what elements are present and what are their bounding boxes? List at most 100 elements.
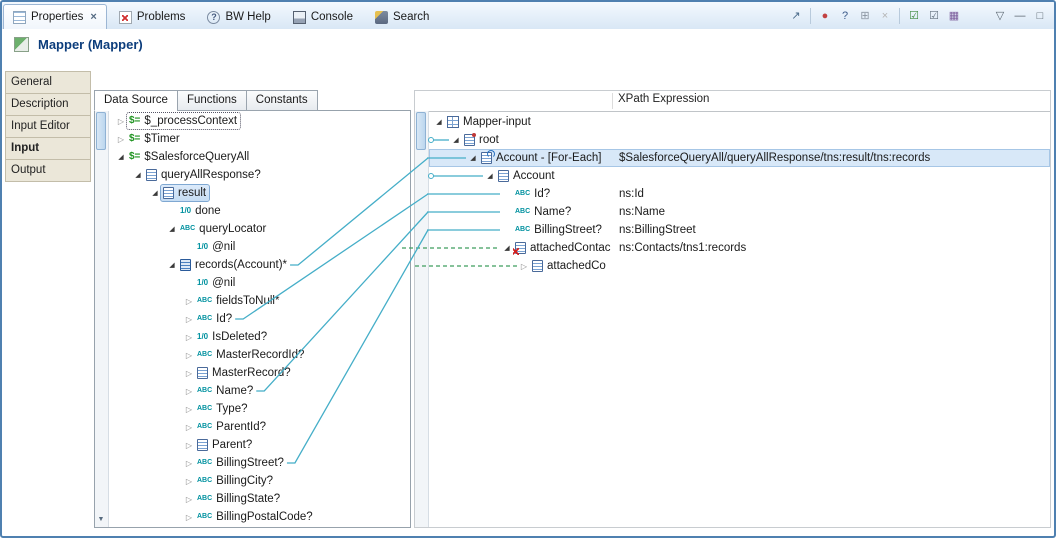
- view-tab-problems[interactable]: Problems: [109, 4, 196, 29]
- xpath-cell[interactable]: $SalesforceQueryAll/queryAllResponse/tns…: [619, 149, 930, 167]
- source-node-id[interactable]: ▷ ABC Id?: [109, 310, 410, 328]
- checkbox-icon[interactable]: ☑: [925, 6, 943, 26]
- source-node-processcontext[interactable]: ▷ $= $_processContext: [109, 112, 410, 130]
- target-node-root[interactable]: ◢ root: [429, 131, 1050, 149]
- expander-icon[interactable]: ▷: [115, 135, 127, 144]
- source-tree-scrollbar[interactable]: ▼: [95, 111, 109, 527]
- expander-icon[interactable]: ◢: [166, 261, 178, 269]
- expander-icon[interactable]: ◢: [450, 136, 462, 144]
- source-node-isdeleted[interactable]: ▷ 1/0 IsDeleted?: [109, 328, 410, 346]
- close-disabled-icon[interactable]: ×: [876, 6, 894, 26]
- target-node-attachedco[interactable]: ▷ attachedCo: [429, 257, 1050, 275]
- target-node-account-for-each[interactable]: ◢ Account - [For-Each] $SalesforceQueryA…: [429, 149, 1050, 167]
- palette-icon[interactable]: ▦: [945, 6, 963, 26]
- expander-icon[interactable]: ▷: [183, 315, 195, 324]
- xpath-cell[interactable]: ns:Name: [619, 203, 665, 221]
- source-node-billingcity[interactable]: ▷ ABC BillingCity?: [109, 472, 410, 490]
- source-node-timer[interactable]: ▷ $= $Timer: [109, 130, 410, 148]
- close-icon[interactable]: ×: [90, 11, 96, 23]
- expander-icon[interactable]: ▷: [183, 297, 195, 306]
- source-node-billingstreet[interactable]: ▷ ABC BillingStreet?: [109, 454, 410, 472]
- sidebar-item-input-editor[interactable]: Input Editor: [5, 115, 91, 138]
- sidebar-item-input[interactable]: Input: [5, 137, 91, 160]
- node-label: Account - [For-Each]: [496, 152, 602, 164]
- source-node-nil[interactable]: 1/0 @nil: [109, 274, 410, 292]
- expander-icon[interactable]: ▷: [183, 423, 195, 432]
- expander-icon[interactable]: ▷: [183, 333, 195, 342]
- source-node-masterrecordid[interactable]: ▷ ABC MasterRecordId?: [109, 346, 410, 364]
- view-tab-bw-help[interactable]: ? BW Help: [197, 4, 280, 29]
- expander-icon[interactable]: ◢: [484, 172, 496, 180]
- node-label: Id?: [534, 188, 551, 200]
- tab-data-source[interactable]: Data Source: [94, 90, 178, 111]
- expander-icon[interactable]: ◢: [433, 118, 445, 126]
- expander-icon[interactable]: ◢: [166, 225, 178, 233]
- expander-icon[interactable]: ▷: [183, 369, 195, 378]
- source-node-queryallresponse[interactable]: ◢ queryAllResponse?: [109, 166, 410, 184]
- expander-icon[interactable]: ▷: [115, 117, 127, 126]
- expander-icon[interactable]: ▷: [183, 387, 195, 396]
- target-node-attachedcontac[interactable]: ◢ attachedContac ns:Contacts/tns1:record…: [429, 239, 1050, 257]
- view-tab-properties[interactable]: Properties ×: [3, 4, 107, 29]
- expander-icon[interactable]: ▷: [183, 441, 195, 450]
- sidebar-item-general[interactable]: General: [5, 71, 91, 94]
- view-menu-icon[interactable]: ▽: [991, 6, 1009, 26]
- expander-icon[interactable]: ◢: [115, 153, 127, 161]
- xpath-cell[interactable]: ns:BillingStreet: [619, 221, 696, 239]
- view-tab-console[interactable]: Console: [283, 4, 363, 29]
- source-node-type[interactable]: ▷ ABC Type?: [109, 400, 410, 418]
- mapping-table-header: XPath Expression: [415, 91, 1050, 112]
- element-icon: [163, 187, 174, 199]
- maximize-icon[interactable]: □: [1031, 6, 1049, 26]
- expander-icon[interactable]: ▷: [183, 351, 195, 360]
- scrollbar-thumb[interactable]: [416, 112, 426, 150]
- view-tab-search[interactable]: Search: [365, 4, 439, 29]
- grid-icon[interactable]: ⊞: [856, 6, 874, 26]
- abc-icon: ABC: [197, 475, 212, 487]
- expander-icon[interactable]: ▷: [183, 405, 195, 414]
- expander-icon[interactable]: ◢: [132, 171, 144, 179]
- expander-icon[interactable]: ◢: [149, 189, 161, 197]
- xpath-cell[interactable]: ns:Id: [619, 185, 644, 203]
- source-node-records-account[interactable]: ◢ records(Account)*: [109, 256, 410, 274]
- expander-icon[interactable]: ▷: [183, 459, 195, 468]
- source-node-salesforcequeryall[interactable]: ◢ $= $SalesforceQueryAll: [109, 148, 410, 166]
- expander-icon[interactable]: ▷: [183, 495, 195, 504]
- source-node-nil[interactable]: 1/0 @nil: [109, 238, 410, 256]
- target-node-account[interactable]: ◢ Account: [429, 167, 1050, 185]
- expander-icon[interactable]: ▷: [183, 513, 195, 522]
- help-icon[interactable]: ?: [836, 6, 854, 26]
- scroll-down-icon[interactable]: ▼: [95, 514, 107, 526]
- source-node-billingstate[interactable]: ▷ ABC BillingState?: [109, 490, 410, 508]
- tab-constants[interactable]: Constants: [246, 90, 318, 111]
- source-node-masterrecord[interactable]: ▷ MasterRecord?: [109, 364, 410, 382]
- sidebar-item-output[interactable]: Output: [5, 159, 91, 182]
- sidebar-item-description[interactable]: Description: [5, 93, 91, 116]
- source-node-billingpostalcode[interactable]: ▷ ABC BillingPostalCode?: [109, 508, 410, 526]
- validate-icon[interactable]: ☑: [905, 6, 923, 26]
- target-node-mapper-input[interactable]: ◢ Mapper-input: [429, 113, 1050, 131]
- target-node-id[interactable]: ABC Id? ns:Id: [429, 185, 1050, 203]
- source-node-name[interactable]: ▷ ABC Name?: [109, 382, 410, 400]
- minimize-icon[interactable]: —: [1011, 6, 1029, 26]
- mapping-scrollbar[interactable]: [415, 111, 429, 527]
- source-node-querylocator[interactable]: ◢ ABC queryLocator: [109, 220, 410, 238]
- scrollbar-thumb[interactable]: [96, 112, 106, 150]
- target-node-name[interactable]: ABC Name? ns:Name: [429, 203, 1050, 221]
- expander-icon[interactable]: ◢: [467, 154, 479, 162]
- open-new-view-icon[interactable]: ↗: [787, 6, 805, 26]
- expander-icon[interactable]: ▷: [518, 262, 530, 271]
- tab-functions[interactable]: Functions: [177, 90, 247, 111]
- source-node-result[interactable]: ◢ result: [109, 184, 410, 202]
- bool-icon: 1/0: [180, 205, 191, 217]
- source-node-parentid[interactable]: ▷ ABC ParentId?: [109, 418, 410, 436]
- debug-ball-icon[interactable]: ●: [816, 6, 834, 26]
- source-node-fieldstonull[interactable]: ▷ ABC fieldsToNull*: [109, 292, 410, 310]
- expander-icon[interactable]: ◢: [501, 244, 513, 252]
- properties-view-window: Properties × Problems ? BW Help Console: [0, 0, 1056, 538]
- source-node-done[interactable]: 1/0 done: [109, 202, 410, 220]
- expander-icon[interactable]: ▷: [183, 477, 195, 486]
- xpath-cell[interactable]: ns:Contacts/tns1:records: [619, 239, 746, 257]
- source-node-parent[interactable]: ▷ Parent?: [109, 436, 410, 454]
- target-node-billingstreet[interactable]: ABC BillingStreet? ns:BillingStreet: [429, 221, 1050, 239]
